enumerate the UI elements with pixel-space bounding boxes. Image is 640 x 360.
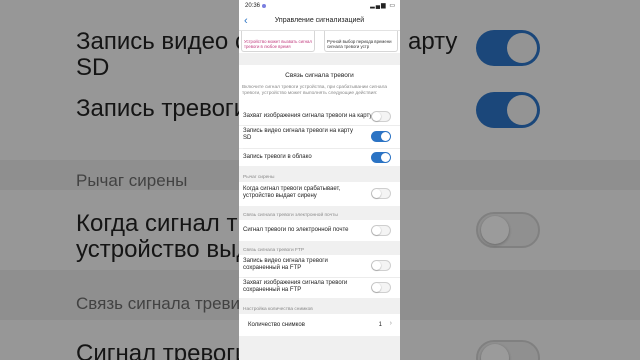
page-title: Управление сигнализацией bbox=[274, 17, 365, 24]
mode-card-text: Устройство может вызвать сигнал тревоги … bbox=[244, 39, 312, 49]
bg-text: Когда сигнал тр bbox=[76, 210, 251, 237]
status-bar: 20:36 ▂▄▆ ▭ bbox=[239, 0, 400, 13]
bg-toggle bbox=[476, 340, 540, 360]
setting-label: Когда сигнал тревоги срабатывает, устрой… bbox=[243, 186, 341, 199]
setting-label: Запись тревоги в облако bbox=[243, 154, 312, 160]
bg-text: Запись видео с bbox=[76, 28, 247, 55]
bg-text: устройство выд bbox=[76, 236, 251, 263]
bg-text: Рычаг сирены bbox=[76, 171, 188, 190]
section-header-label: Настройка количества снимков bbox=[243, 307, 313, 312]
setting-row[interactable]: Захват изображения сигнала тревоги на ка… bbox=[239, 107, 400, 125]
bg-toggle bbox=[476, 212, 540, 248]
setting-label: Захват изображения сигнала тревоги на ка… bbox=[243, 113, 383, 119]
chevron-right-icon: › bbox=[389, 320, 392, 327]
mode-card-text: Ручной выбор периода времени сигнала тре… bbox=[327, 39, 392, 49]
setting-row[interactable]: Запись видео сигнала тревоги на карту SD bbox=[239, 126, 400, 148]
section-header-label: Связь сигнала тревоги электронной почты bbox=[243, 213, 338, 218]
toggle-switch[interactable] bbox=[371, 131, 391, 142]
setting-row[interactable]: Запись тревоги в облако bbox=[239, 149, 400, 166]
setting-row[interactable]: Сигнал тревоги по электронной почте bbox=[239, 220, 400, 241]
bottom-spacer bbox=[239, 336, 400, 360]
signal-battery-icon: ▂▄▆ ▭ bbox=[370, 3, 396, 9]
setting-row[interactable]: Захват изображения сигнала тревоги сохра… bbox=[239, 278, 400, 298]
phone-screen: 20:36 ▂▄▆ ▭ ‹ Управление сигнализацией У… bbox=[239, 0, 400, 360]
bg-toggle bbox=[476, 92, 540, 128]
setting-label: Количество снимков bbox=[248, 322, 305, 328]
mode-card-schedule[interactable]: Ручной выбор периода времени сигнала тре… bbox=[324, 31, 398, 52]
bg-text: Запись тревоги bbox=[76, 95, 248, 122]
spacer bbox=[239, 53, 400, 65]
setting-row[interactable]: Когда сигнал тревоги срабатывает, устрой… bbox=[239, 182, 400, 206]
nav-bar: ‹ Управление сигнализацией bbox=[239, 13, 400, 31]
bg-text: Связь сигнала треви bbox=[76, 294, 241, 313]
notification-dot-icon bbox=[262, 4, 266, 8]
toggle-switch[interactable] bbox=[371, 152, 391, 163]
section-header: Рычаг сирены bbox=[239, 166, 400, 182]
section-description: Включите сигнал тревоги устройства, при … bbox=[239, 85, 400, 107]
bg-text: арту bbox=[408, 28, 458, 55]
snapshot-count-value: 1 bbox=[378, 322, 382, 328]
setting-label: Запись видео сигнала тревоги сохраненный… bbox=[243, 258, 328, 271]
section-header: Связь сигнала тревоги электронной почты bbox=[239, 206, 400, 220]
mode-card-anytime[interactable]: Устройство может вызвать сигнал тревоги … bbox=[241, 31, 315, 52]
setting-label: Сигнал тревоги по электронной почте bbox=[243, 227, 349, 233]
toggle-switch[interactable] bbox=[371, 225, 391, 236]
section-header-label: Связь сигнала тревоги FTP bbox=[243, 248, 305, 253]
section-header-label: Рычаг сирены bbox=[243, 175, 275, 180]
toggle-switch[interactable] bbox=[371, 282, 391, 293]
section-header: Связь сигнала тревоги FTP bbox=[239, 241, 400, 255]
setting-label: Захват изображения сигнала тревоги сохра… bbox=[243, 280, 348, 293]
mode-cards: Устройство может вызвать сигнал тревоги … bbox=[239, 31, 400, 53]
section-title: Связь сигнала тревоги bbox=[239, 65, 400, 85]
snapshot-count-row[interactable]: Количество снимков 1 › bbox=[239, 314, 400, 336]
toggle-switch[interactable] bbox=[371, 188, 391, 199]
toggle-switch[interactable] bbox=[371, 260, 391, 271]
bg-text: SD bbox=[76, 54, 110, 81]
status-time: 20:36 bbox=[245, 3, 261, 9]
section-header: Настройка количества снимков bbox=[239, 298, 400, 314]
setting-label: Запись видео сигнала тревоги на карту SD bbox=[243, 128, 353, 141]
bg-toggle bbox=[476, 30, 540, 66]
setting-row[interactable]: Запись видео сигнала тревоги сохраненный… bbox=[239, 255, 400, 277]
toggle-switch[interactable] bbox=[371, 111, 391, 122]
